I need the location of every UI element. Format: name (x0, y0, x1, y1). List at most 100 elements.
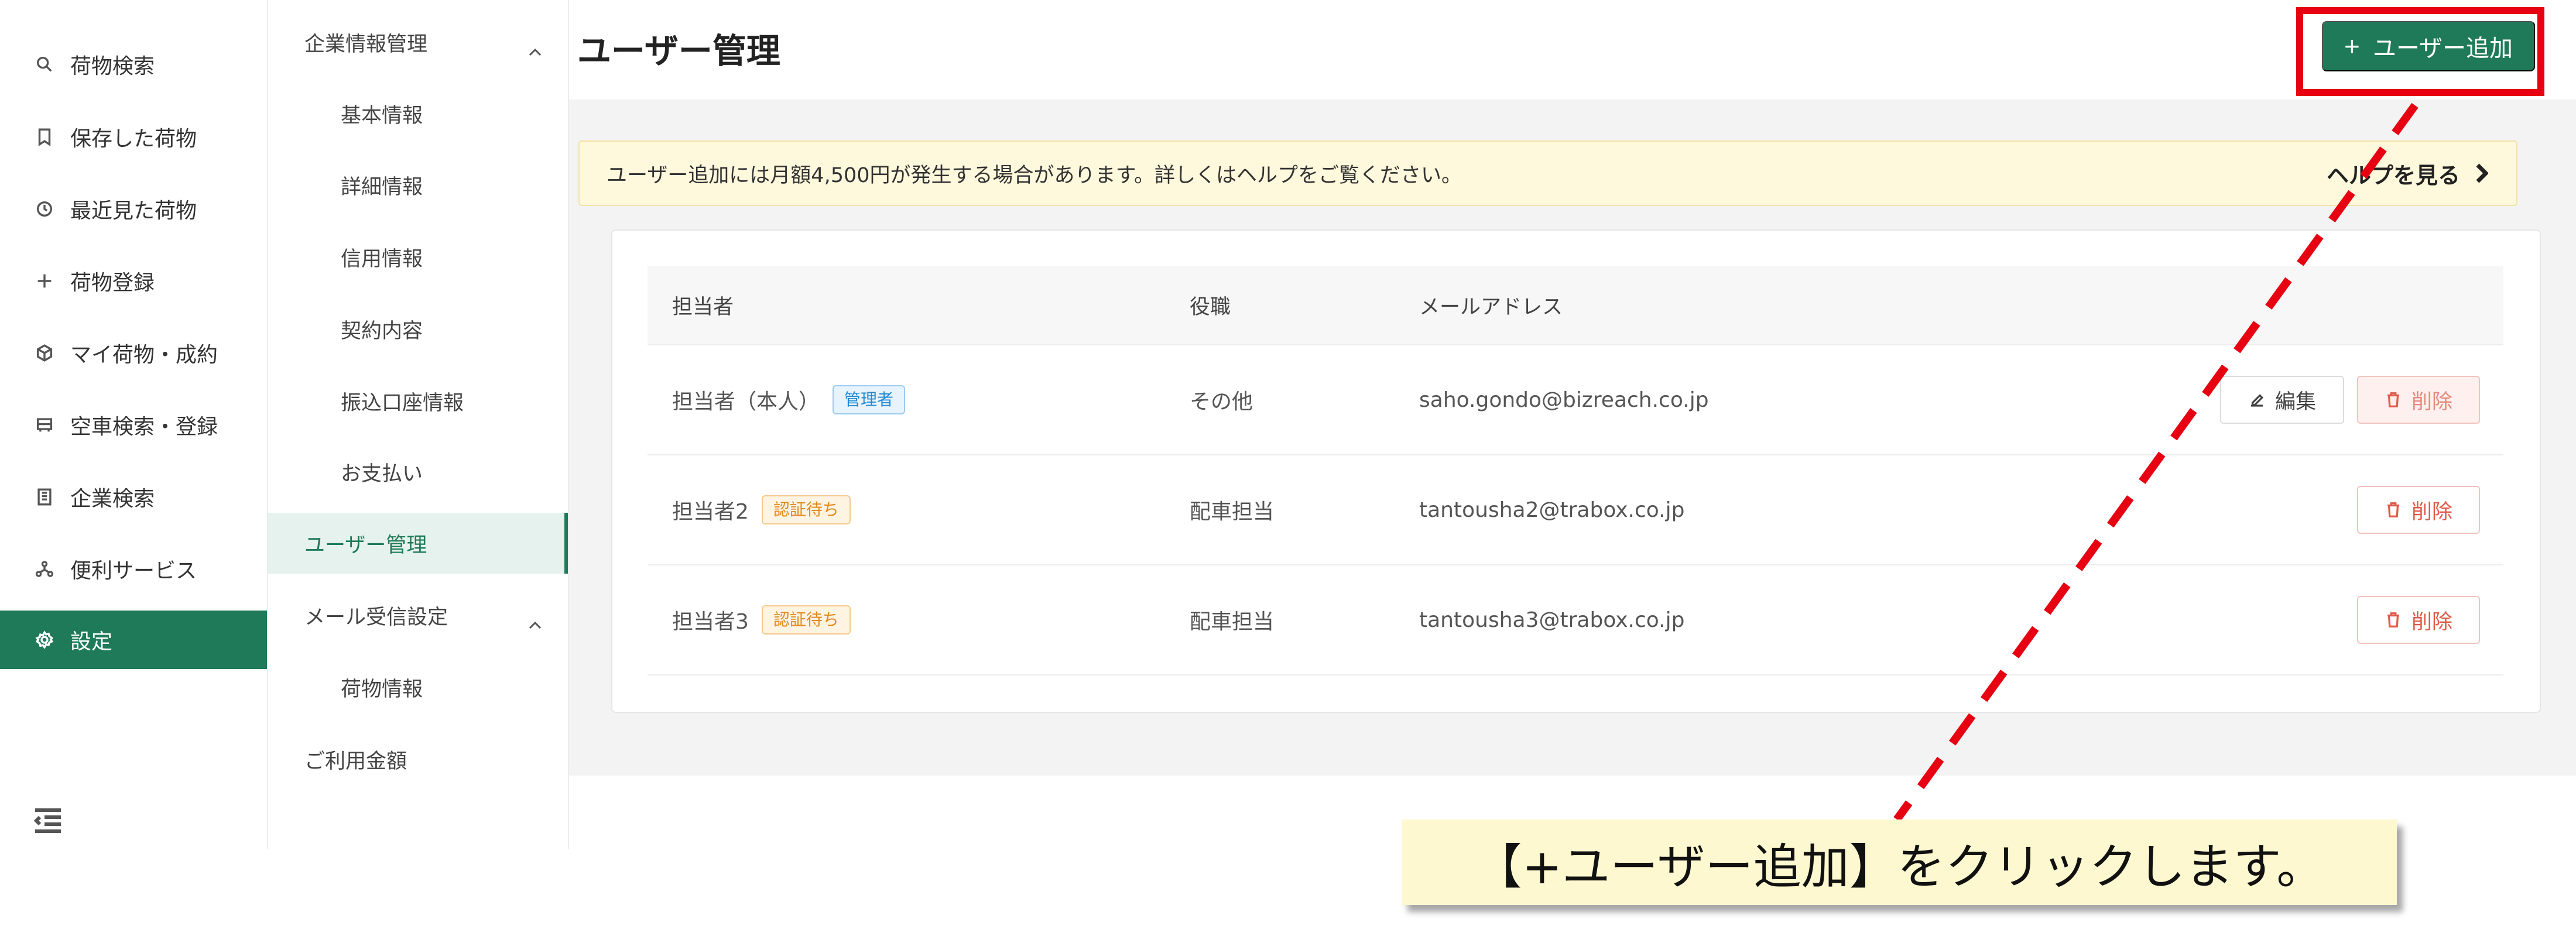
submenu-item-bank[interactable]: 振込口座情報 (268, 371, 568, 431)
submenu-item-label: ご利用金額 (304, 749, 407, 773)
nav-item-label: 荷物検索 (70, 54, 155, 78)
chevron-up-icon (528, 38, 542, 56)
edit-button[interactable]: 編集 (2220, 376, 2344, 424)
history-icon (33, 197, 56, 221)
submenu-item-detail[interactable]: 詳細情報 (268, 155, 568, 215)
user-name-cell: 担当者（本人） 管理者 (672, 385, 906, 415)
user-email: tantousha3@trabox.co.jp (1419, 608, 1685, 632)
nav-item-settings[interactable]: 設定 (0, 611, 267, 669)
submenu-item-label: ユーザー管理 (304, 533, 427, 557)
nav-item-label: 便利サービス (70, 559, 197, 583)
nav-item-useful-services[interactable]: 便利サービス (0, 540, 267, 598)
status-badge: 認証待ち (761, 605, 851, 635)
submenu-item-label: お支払い (341, 462, 423, 486)
settings-submenu: 企業情報管理 基本情報 詳細情報 信用情報 契約内容 振込口座情報 お支払い ユ… (267, 0, 569, 849)
status-badge: 認証待ち (761, 495, 851, 524)
chevron-right-icon (2476, 163, 2488, 183)
annotation-callout: 【+ユーザー追加】をクリックします。 (1402, 819, 2397, 905)
column-header-role: 役職 (1190, 295, 1231, 319)
delete-button-label: 削除 (2411, 390, 2452, 413)
user-list-card: 担当者 役職 メールアドレス 担当者（本人） 管理者 その他 saho.gond… (611, 229, 2541, 713)
delete-button-label: 削除 (2411, 500, 2452, 523)
collapse-menu-icon[interactable] (33, 808, 63, 834)
package-icon (33, 341, 56, 365)
annotation-highlight-box (2296, 7, 2544, 96)
gear-icon (33, 628, 56, 651)
network-icon (33, 557, 56, 581)
user-role: 配車担当 (1190, 610, 1275, 634)
user-email: tantousha2@trabox.co.jp (1419, 498, 1685, 522)
user-name-cell: 担当者2 認証待ち (672, 495, 851, 525)
nav-item-recent-cargo[interactable]: 最近見た荷物 (0, 180, 267, 238)
submenu-item-payment[interactable]: お支払い (268, 441, 568, 502)
status-badge: 管理者 (833, 385, 906, 414)
pencil-icon (2250, 394, 2264, 407)
submenu-group-mail[interactable]: メール受信設定 (268, 585, 568, 646)
submenu-item-label: 基本情報 (341, 104, 423, 128)
submenu-group-label: メール受信設定 (304, 605, 448, 629)
search-icon (33, 53, 56, 76)
row-actions: 削除 (2357, 596, 2480, 644)
nav-item-label: 空車検索・登録 (70, 415, 218, 439)
bookmark-icon (33, 125, 56, 149)
user-name: 担当者3 (672, 610, 749, 634)
delete-button[interactable]: 削除 (2357, 596, 2480, 644)
table-header-row: 担当者 役職 メールアドレス (648, 266, 2503, 345)
row-actions: 編集 削除 (2220, 376, 2480, 424)
main-content: ユーザー管理 + ユーザー追加 ユーザー追加には月額4,500円が発生する場合が… (569, 0, 2576, 943)
nav-item-label: 最近見た荷物 (70, 199, 197, 223)
user-email: saho.gondo@bizreach.co.jp (1419, 388, 1709, 412)
nav-item-cargo-register[interactable]: 荷物登録 (0, 252, 267, 310)
chevron-up-icon (528, 611, 542, 629)
nav-item-saved-cargo[interactable]: 保存した荷物 (0, 108, 267, 166)
user-name: 担当者（本人） (672, 390, 820, 414)
nav-item-label: 保存した荷物 (70, 127, 197, 151)
submenu-item-user-management[interactable]: ユーザー管理 (268, 513, 568, 574)
delete-button[interactable]: 削除 (2357, 486, 2480, 534)
nav-item-truck-search[interactable]: 空車検索・登録 (0, 396, 267, 454)
column-header-email: メールアドレス (1419, 295, 1563, 319)
submenu-item-label: 詳細情報 (341, 175, 423, 199)
submenu-item-label: 契約内容 (341, 319, 423, 343)
edit-button-label: 編集 (2274, 390, 2316, 413)
submenu-item-contract[interactable]: 契約内容 (268, 299, 568, 359)
trash-icon (2387, 612, 2399, 627)
trash-icon (2387, 392, 2399, 407)
submenu-group-label: 企業情報管理 (304, 32, 428, 56)
table-row: 担当者3 認証待ち 配車担当 tantousha3@trabox.co.jp 削… (648, 565, 2503, 675)
submenu-item-label: 信用情報 (341, 247, 423, 271)
help-link[interactable]: ヘルプを見る (2327, 157, 2488, 190)
building-icon (33, 485, 56, 509)
nav-item-my-cargo[interactable]: マイ荷物・成約 (0, 324, 267, 382)
page-header: ユーザー管理 + ユーザー追加 (569, 0, 2576, 100)
truck-icon (33, 413, 56, 437)
submenu-item-label: 荷物情報 (341, 677, 423, 701)
submenu-item-cargo-info[interactable]: 荷物情報 (268, 657, 568, 718)
nav-item-label: マイ荷物・成約 (70, 343, 218, 367)
notice-text: ユーザー追加には月額4,500円が発生する場合があります。詳しくはヘルプをご覧く… (607, 163, 1462, 187)
submenu-item-basic[interactable]: 基本情報 (268, 83, 568, 144)
user-name: 担当者2 (672, 500, 749, 524)
delete-button[interactable]: 削除 (2357, 376, 2480, 424)
delete-button-label: 削除 (2411, 610, 2452, 633)
row-actions: 削除 (2357, 486, 2480, 534)
nav-item-label: 企業検索 (70, 487, 155, 511)
table-row: 担当者2 認証待ち 配車担当 tantousha2@trabox.co.jp 削… (648, 455, 2503, 565)
submenu-item-usage-fee[interactable]: ご利用金額 (268, 729, 568, 790)
help-link-label: ヘルプを見る (2326, 162, 2460, 188)
nav-item-company-search[interactable]: 企業検索 (0, 468, 267, 526)
submenu-item-label: 振込口座情報 (341, 391, 464, 415)
main-nav: 荷物検索 保存した荷物 最近見た荷物 荷物登録 マイ荷物・成約 空車検索・登録 … (0, 0, 267, 849)
nav-item-label: 設定 (70, 630, 113, 654)
nav-item-label: 荷物登録 (70, 271, 155, 295)
nav-item-cargo-search[interactable]: 荷物検索 (0, 35, 267, 94)
plus-icon (33, 269, 56, 293)
submenu-item-credit[interactable]: 信用情報 (268, 227, 568, 287)
submenu-group-company[interactable]: 企業情報管理 (268, 12, 568, 73)
user-role: その他 (1190, 390, 1253, 414)
user-role: 配車担当 (1190, 500, 1275, 524)
column-header-name: 担当者 (672, 295, 734, 319)
trash-icon (2387, 502, 2399, 517)
table-row: 担当者（本人） 管理者 その他 saho.gondo@bizreach.co.j… (648, 345, 2503, 455)
user-name-cell: 担当者3 認証待ち (672, 605, 851, 635)
